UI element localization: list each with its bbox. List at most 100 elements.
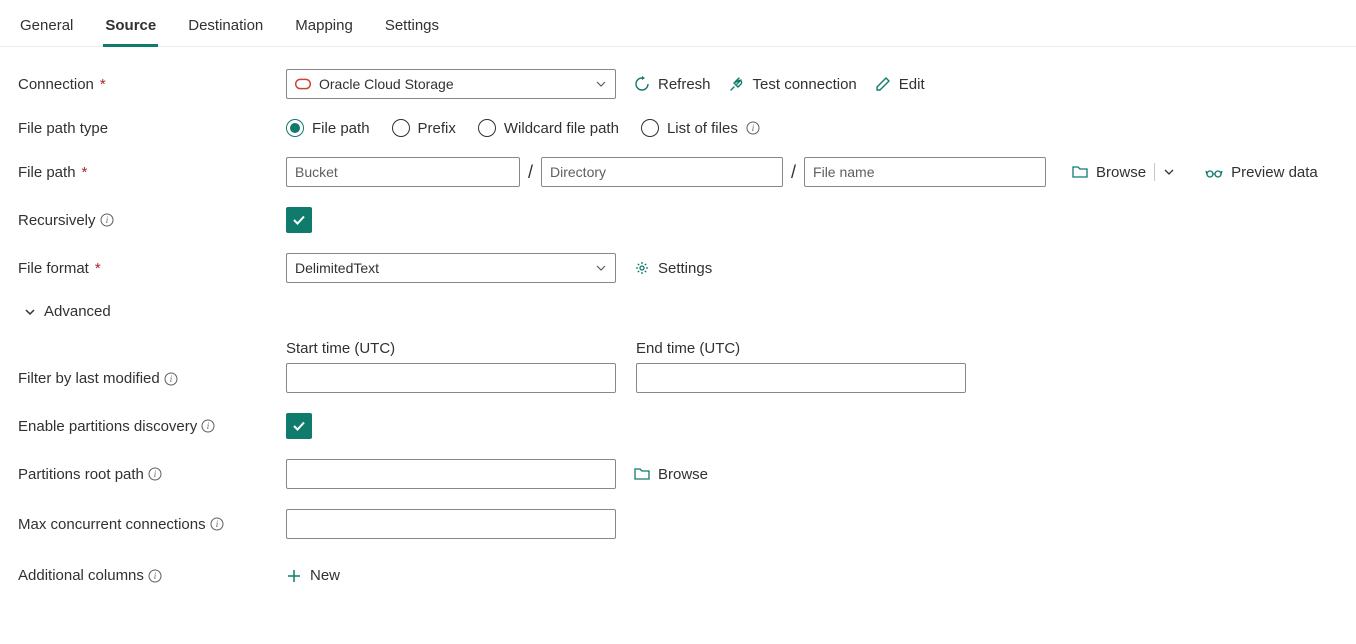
radio-wildcard-label: Wildcard file path [504, 120, 619, 137]
label-file-path-type-text: File path type [18, 120, 108, 137]
browse-button[interactable]: Browse [1072, 164, 1146, 181]
info-icon[interactable]: i [100, 213, 114, 227]
svg-text:i: i [169, 374, 172, 384]
path-separator: / [528, 162, 533, 183]
checkmark-icon [291, 212, 307, 228]
label-file-path-text: File path [18, 164, 76, 181]
info-icon[interactable]: i [201, 419, 215, 433]
oracle-icon [295, 78, 311, 90]
row-connection: Connection * Oracle Cloud Storage Refres… [18, 69, 1338, 99]
row-max-concurrent: Max concurrent connections i [18, 509, 1338, 539]
recursively-checkbox[interactable] [286, 207, 312, 233]
advanced-toggle[interactable]: Advanced [24, 303, 111, 320]
gear-icon [634, 260, 650, 276]
label-enable-partitions: Enable partitions discovery i [18, 418, 286, 435]
chevron-down-icon [595, 262, 607, 274]
max-concurrent-input[interactable] [286, 509, 616, 539]
row-enable-partitions: Enable partitions discovery i [18, 413, 1338, 439]
label-file-path-type: File path type [18, 120, 286, 137]
separator [1154, 163, 1155, 181]
start-time-input[interactable] [286, 363, 616, 393]
required-asterisk: * [95, 260, 101, 277]
radio-wildcard[interactable]: Wildcard file path [478, 119, 619, 137]
radio-list-of-files[interactable]: List of files i [641, 119, 760, 137]
connection-value: Oracle Cloud Storage [319, 76, 454, 92]
label-file-format-text: File format [18, 260, 89, 277]
label-connection: Connection * [18, 76, 286, 93]
tab-destination[interactable]: Destination [186, 9, 265, 47]
edit-button[interactable]: Edit [875, 76, 925, 93]
format-settings-button[interactable]: Settings [634, 260, 712, 277]
radio-list-of-files-label: List of files [667, 120, 738, 137]
edit-label: Edit [899, 76, 925, 93]
label-filter-last-modified: Filter by last modified i [18, 370, 286, 393]
folder-icon [634, 466, 650, 482]
folder-icon [1072, 164, 1088, 180]
label-max-concurrent-text: Max concurrent connections [18, 516, 206, 533]
browse-dropdown-toggle[interactable] [1163, 166, 1175, 178]
chevron-down-icon [1163, 166, 1175, 178]
bucket-input[interactable] [286, 157, 520, 187]
label-recursively: Recursively i [18, 212, 286, 229]
row-recursively: Recursively i [18, 207, 1338, 233]
file-format-dropdown[interactable]: DelimitedText [286, 253, 616, 283]
new-column-button[interactable]: New [286, 567, 340, 584]
file-format-value: DelimitedText [295, 260, 379, 276]
label-additional-columns-text: Additional columns [18, 567, 144, 584]
preview-data-label: Preview data [1231, 164, 1318, 181]
row-file-format: File format * DelimitedText Settings [18, 253, 1338, 283]
file-name-input[interactable] [804, 157, 1046, 187]
tab-bar: General Source Destination Mapping Setti… [0, 0, 1356, 47]
label-enable-partitions-text: Enable partitions discovery [18, 418, 197, 435]
label-file-format: File format * [18, 260, 286, 277]
label-recursively-text: Recursively [18, 212, 96, 229]
info-icon[interactable]: i [148, 569, 162, 583]
new-column-label: New [310, 567, 340, 584]
radio-prefix[interactable]: Prefix [392, 119, 456, 137]
checkmark-icon [291, 418, 307, 434]
svg-text:i: i [207, 421, 210, 431]
tab-settings[interactable]: Settings [383, 9, 441, 47]
browse-partitions-label: Browse [658, 466, 708, 483]
radio-prefix-label: Prefix [418, 120, 456, 137]
browse-partitions-button[interactable]: Browse [634, 466, 708, 483]
svg-text:i: i [752, 123, 755, 133]
test-connection-label: Test connection [753, 76, 857, 93]
svg-text:i: i [215, 519, 218, 529]
info-icon[interactable]: i [210, 517, 224, 531]
directory-input[interactable] [541, 157, 783, 187]
plus-icon [286, 568, 302, 584]
info-icon[interactable]: i [164, 372, 178, 386]
row-additional-columns: Additional columns i New [18, 567, 1338, 584]
tab-mapping[interactable]: Mapping [293, 9, 355, 47]
tab-general[interactable]: General [18, 9, 75, 47]
required-asterisk: * [100, 76, 106, 93]
tab-source[interactable]: Source [103, 9, 158, 47]
row-partitions-root-path: Partitions root path i Browse [18, 459, 1338, 489]
partitions-root-path-input[interactable] [286, 459, 616, 489]
path-separator: / [791, 162, 796, 183]
label-additional-columns: Additional columns i [18, 567, 286, 584]
info-icon[interactable]: i [148, 467, 162, 481]
end-time-input[interactable] [636, 363, 966, 393]
svg-text:i: i [154, 469, 157, 479]
label-file-path: File path * [18, 164, 286, 181]
connection-dropdown[interactable]: Oracle Cloud Storage [286, 69, 616, 99]
enable-partitions-checkbox[interactable] [286, 413, 312, 439]
chevron-down-icon [24, 306, 36, 318]
plug-icon [729, 76, 745, 92]
info-icon[interactable]: i [746, 121, 760, 135]
radio-file-path[interactable]: File path [286, 119, 370, 137]
preview-data-button[interactable]: Preview data [1205, 164, 1318, 181]
format-settings-label: Settings [658, 260, 712, 277]
label-end-time: End time (UTC) [636, 340, 966, 357]
row-file-path-type: File path type File path Prefix Wildcard… [18, 119, 1338, 137]
row-filter-last-modified: Filter by last modified i Start time (UT… [18, 340, 1338, 393]
test-connection-button[interactable]: Test connection [729, 76, 857, 93]
radio-file-path-label: File path [312, 120, 370, 137]
label-partitions-root-path: Partitions root path i [18, 466, 286, 483]
advanced-label: Advanced [44, 303, 111, 320]
refresh-button[interactable]: Refresh [634, 76, 711, 93]
pencil-icon [875, 76, 891, 92]
chevron-down-icon [595, 78, 607, 90]
